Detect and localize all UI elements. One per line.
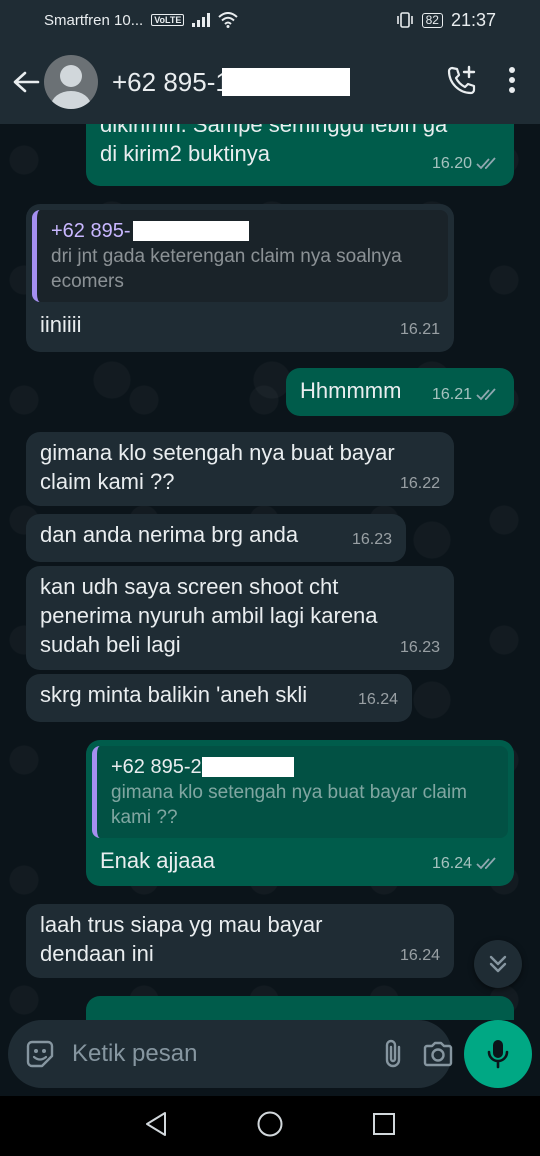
message-bubble-outgoing[interactable]: Hhmmmm 16.21 [286, 368, 514, 416]
carrier-label: Smartfren 10... [44, 11, 144, 29]
square-recents-icon [373, 1112, 395, 1135]
avatar[interactable] [44, 55, 98, 109]
chat-header: +62 895-1 [0, 40, 540, 124]
quoted-message[interactable]: +62 895-2 gimana klo setengah nya buat b… [92, 746, 508, 838]
double-check-icon [476, 156, 496, 169]
more-vert-icon [509, 66, 515, 93]
more-options-button[interactable] [508, 66, 516, 99]
chat-area[interactable]: dikirimin. Sampe seminggu lebih ga di ki… [0, 124, 540, 1020]
nav-home-button[interactable] [256, 1110, 284, 1143]
message-time: 16.21 [432, 380, 500, 409]
triangle-back-icon [146, 1111, 166, 1136]
message-time: 16.20 [432, 149, 500, 178]
signal-icon [192, 13, 211, 27]
message-bubble-outgoing[interactable] [86, 996, 514, 1020]
message-time: 16.23 [399, 639, 440, 656]
message-bubble-incoming[interactable]: dan anda nerima brg anda 16.23 [26, 514, 406, 562]
message-text: skrg minta balikin 'aneh skli [40, 682, 308, 707]
emoji-button[interactable] [24, 1034, 56, 1074]
double-check-icon [476, 856, 496, 869]
message-time: 16.24 [432, 849, 500, 878]
message-composer [8, 1020, 454, 1088]
double-check-icon [476, 387, 496, 400]
message-bubble-incoming[interactable]: +62 895- dri jnt gada keterengan claim n… [26, 204, 454, 352]
message-bubble-incoming[interactable]: skrg minta balikin 'aneh skli 16.24 [26, 674, 412, 722]
contact-number: +62 895-1 [112, 66, 230, 97]
scroll-to-bottom-button[interactable] [474, 940, 522, 988]
quoted-sender: +62 895-2 [111, 754, 496, 780]
quoted-sender: +62 895- [51, 218, 436, 244]
wifi-icon [218, 12, 239, 28]
message-time: 16.24 [357, 691, 398, 708]
message-text: gimana klo setengah nya buat bayar claim… [40, 440, 395, 494]
message-bubble-outgoing[interactable]: dikirimin. Sampe seminggu lebih ga di ki… [86, 124, 514, 186]
back-button[interactable] [2, 40, 50, 124]
emoji-icon [26, 1040, 54, 1068]
contact-name[interactable]: +62 895-1 [112, 67, 350, 98]
attach-button[interactable] [382, 1034, 404, 1074]
message-bubble-incoming[interactable]: laah trus siapa yg mau bayar dendaan ini… [26, 904, 454, 978]
quoted-text: gimana klo setengah nya buat bayar claim… [111, 782, 467, 828]
quoted-message[interactable]: +62 895- dri jnt gada keterengan claim n… [32, 210, 448, 302]
arrow-left-icon [13, 71, 40, 93]
mic-button[interactable] [464, 1020, 532, 1088]
nav-back-button[interactable] [144, 1111, 168, 1142]
message-text: kan udh saya screen shoot cht penerima n… [40, 574, 378, 657]
nav-recents-button[interactable] [372, 1112, 396, 1141]
message-time: 16.24 [399, 947, 440, 964]
message-bubble-incoming[interactable]: kan udh saya screen shoot cht penerima n… [26, 566, 454, 670]
message-time: 16.23 [351, 531, 392, 548]
add-call-button[interactable] [446, 64, 478, 101]
vibrate-icon [396, 12, 413, 28]
system-nav-bar [0, 1096, 540, 1156]
redaction-box [132, 221, 249, 241]
message-text: laah trus siapa yg mau bayar dendaan ini [40, 912, 323, 966]
double-chevron-down-icon [489, 955, 507, 973]
redaction-box [221, 68, 350, 96]
quoted-text: dri jnt gada keterengan claim nya soalny… [51, 246, 402, 292]
message-time: 16.21 [399, 321, 440, 338]
add-call-icon [447, 65, 476, 94]
message-time: 16.22 [399, 475, 440, 492]
volte-badge: VoLTE [151, 14, 185, 26]
paperclip-icon [385, 1039, 401, 1068]
status-time: 21:37 [450, 9, 496, 30]
status-bar: Smartfren 10... VoLTE 82 21:37 [0, 0, 540, 40]
camera-icon [423, 1041, 453, 1067]
battery-indicator: 82 [421, 12, 443, 28]
message-text: dan anda nerima brg anda [40, 522, 299, 547]
circle-home-icon [257, 1111, 283, 1136]
mic-icon [487, 1040, 509, 1069]
message-bubble-outgoing[interactable]: +62 895-2 gimana klo setengah nya buat b… [86, 740, 514, 886]
message-text: iiniiii [40, 312, 82, 337]
message-input[interactable] [72, 1040, 382, 1068]
message-bubble-incoming[interactable]: gimana klo setengah nya buat bayar claim… [26, 432, 454, 506]
composer-bar [0, 1020, 540, 1096]
redaction-box [201, 757, 294, 777]
camera-button[interactable] [422, 1034, 454, 1074]
